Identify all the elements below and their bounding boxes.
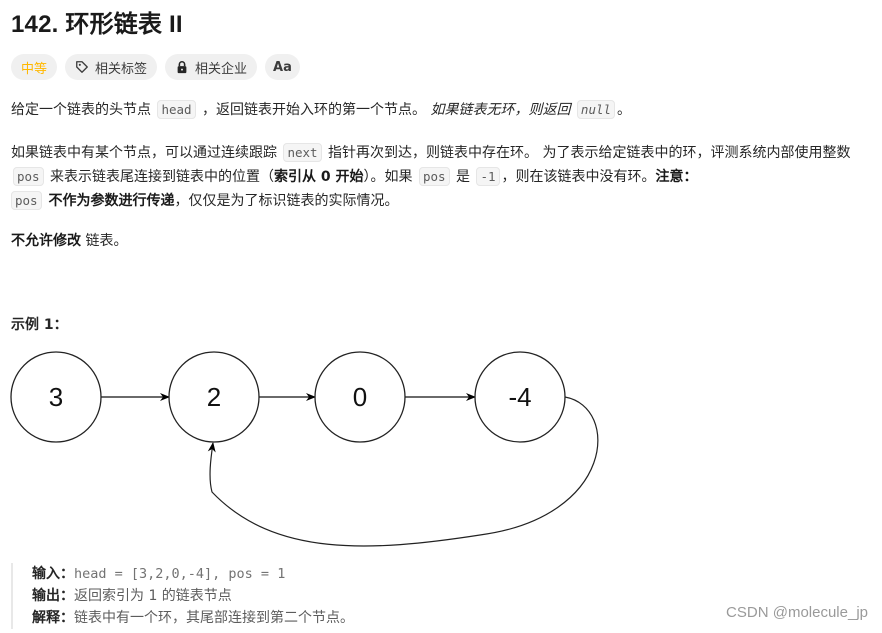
- output-value: 返回索引为 1 的链表节点: [74, 588, 232, 604]
- example-explanation-row: 解释：链表中有一个环，其尾部连接到第二个节点。: [32, 607, 532, 629]
- difficulty-badge[interactable]: 中等: [11, 54, 58, 80]
- inline-code: pos: [13, 167, 44, 186]
- text: 指针再次到达，则链表中存在环。 为了表示给定链表中的环，评测系统内部使用整数: [323, 145, 851, 161]
- example-input-row: 输入：head = [3,2,0,-4], pos = 1: [32, 563, 532, 585]
- node-value: 0: [353, 382, 367, 412]
- inline-code: head: [157, 100, 196, 119]
- text: ，返回链表开始入环的第一个节点。: [197, 102, 431, 118]
- text: 给定一个链表的头节点: [11, 102, 156, 118]
- description-paragraph-1: 给定一个链表的头节点 head ，返回链表开始入环的第一个节点。 如果链表无环，…: [11, 98, 873, 122]
- list-node: 0: [314, 351, 406, 443]
- badge-row: 中等 相关标签 相关企业 Aa: [11, 54, 300, 80]
- example-output-row: 输出：返回索引为 1 的链表节点: [32, 585, 532, 607]
- bold-text: 不允许修改: [11, 233, 81, 249]
- translate-icon: Aa: [273, 59, 292, 75]
- related-companies-label: 相关企业: [195, 61, 248, 77]
- inline-code: next: [283, 143, 322, 162]
- related-companies-button[interactable]: 相关企业: [165, 54, 258, 80]
- example-title: 示例 1：: [11, 317, 68, 333]
- problem-title: 142. 环形链表 II: [11, 11, 183, 38]
- list-node: -4: [474, 351, 566, 443]
- bold-text: 索引从 0 开始: [274, 169, 364, 185]
- example-block: 输入：head = [3,2,0,-4], pos = 1 输出：返回索引为 1…: [11, 563, 532, 629]
- explanation-value: 链表中有一个环，其尾部连接到第二个节点。: [74, 610, 354, 626]
- explanation-label: 解释：: [32, 610, 74, 626]
- tag-icon: [75, 60, 89, 74]
- watermark: CSDN @molecule_jp: [726, 604, 868, 621]
- inline-code: pos: [418, 167, 450, 186]
- related-tags-button[interactable]: 相关标签: [65, 54, 158, 80]
- inline-code: pos: [11, 191, 42, 210]
- input-value: head = [3,2,0,-4], pos = 1: [74, 566, 286, 582]
- list-node: 3: [10, 351, 102, 443]
- node-value: 3: [49, 382, 63, 412]
- text: 是: [451, 169, 475, 185]
- italic-text: 如果链表无环，则返回: [430, 102, 575, 118]
- description-paragraph-3: 不允许修改 链表。: [11, 229, 873, 253]
- description-paragraph-2: 如果链表中有某个节点，可以通过连续跟踪 next 指针再次到达，则链表中存在环。…: [11, 141, 873, 213]
- difficulty-label: 中等: [21, 61, 48, 77]
- input-label: 输入：: [32, 566, 74, 582]
- list-node: 2: [168, 351, 260, 443]
- text: 。: [617, 102, 632, 118]
- bold-text: 注意：: [655, 169, 698, 185]
- lock-icon: [175, 60, 189, 74]
- node-value: -4: [508, 382, 531, 412]
- text: ）。如果: [363, 169, 417, 185]
- translate-button[interactable]: Aa: [265, 54, 300, 80]
- text: ，仅仅是为了标识链表的实际情况。: [174, 193, 399, 209]
- text: 如果链表中有某个节点，可以通过连续跟踪: [11, 145, 282, 161]
- linked-list-diagram: 3 2 0 -4: [10, 351, 599, 547]
- bold-text: 不作为参数进行传递: [43, 193, 175, 209]
- output-label: 输出：: [32, 588, 74, 604]
- text: 来表示链表尾连接到链表中的位置（: [45, 169, 275, 185]
- text: ，则在该链表中没有环。: [501, 169, 656, 185]
- node-value: 2: [207, 382, 221, 412]
- related-tags-label: 相关标签: [95, 61, 148, 77]
- text: 链表。: [81, 233, 128, 249]
- inline-code: -1: [476, 167, 500, 186]
- inline-code: null: [576, 100, 616, 119]
